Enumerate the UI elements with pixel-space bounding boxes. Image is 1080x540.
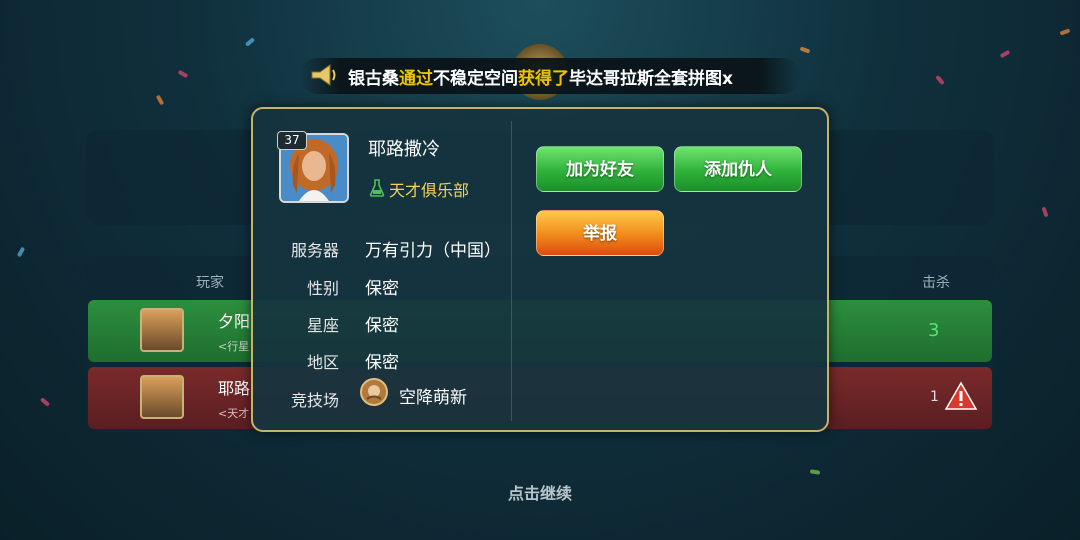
announcement-part: 通过 (399, 69, 433, 89)
player-name: 耶路撒冷 (368, 139, 440, 160)
region-value: 保密 (365, 353, 399, 373)
announcement-part: 获得了 (518, 69, 569, 89)
row-player-club: <天才 (218, 407, 250, 420)
row-player-name: 耶路 (218, 379, 251, 398)
gender-label: 性别 (306, 279, 339, 298)
row-kills: 1 (930, 389, 939, 405)
gender-value: 保密 (365, 279, 399, 299)
player-avatar[interactable] (140, 375, 184, 419)
scoreboard-header-player: 玩家 (196, 275, 224, 291)
divider (511, 121, 512, 421)
report-button[interactable]: 举报 (536, 210, 664, 256)
arena-value: 空降萌新 (399, 388, 467, 408)
add-friend-button[interactable]: 加为好友 (536, 146, 664, 192)
club-name[interactable]: 天才俱乐部 (389, 177, 469, 201)
player-avatar[interactable] (140, 308, 184, 352)
level-badge: 37 (277, 131, 307, 150)
announcement-part: 毕达哥拉斯全套拼图x (569, 69, 733, 89)
scoreboard-header-kills: 击杀 (922, 275, 950, 291)
row-player-club: <行星 (218, 340, 250, 353)
warning-icon[interactable] (944, 381, 978, 411)
announcement-part: 不稳定空间 (433, 69, 518, 89)
region-label: 地区 (306, 353, 339, 372)
row-kills: 3 (928, 320, 940, 341)
announcement-part: 银古桑 (348, 69, 399, 89)
arena-label: 竞技场 (290, 391, 339, 410)
row-player-name: 夕阳 (218, 312, 251, 331)
announcement-text: 银古桑通过不稳定空间获得了毕达哥拉斯全套拼图x (348, 64, 733, 89)
megaphone-icon (311, 64, 336, 86)
arena-rank-icon (360, 378, 388, 406)
tap-to-continue[interactable]: 点击继续 (0, 480, 1080, 504)
zodiac-label: 星座 (306, 316, 339, 335)
zodiac-value: 保密 (365, 316, 399, 336)
club-flask-icon (369, 179, 385, 197)
server-value: 万有引力（中国） (365, 241, 501, 261)
server-label: 服务器 (290, 241, 339, 260)
player-profile-popup: 37 耶路撒冷 天才俱乐部 服务器 万有引力（中国） 性别 保密 星座 保密 地… (251, 107, 829, 432)
add-enemy-button[interactable]: 添加仇人 (674, 146, 802, 192)
